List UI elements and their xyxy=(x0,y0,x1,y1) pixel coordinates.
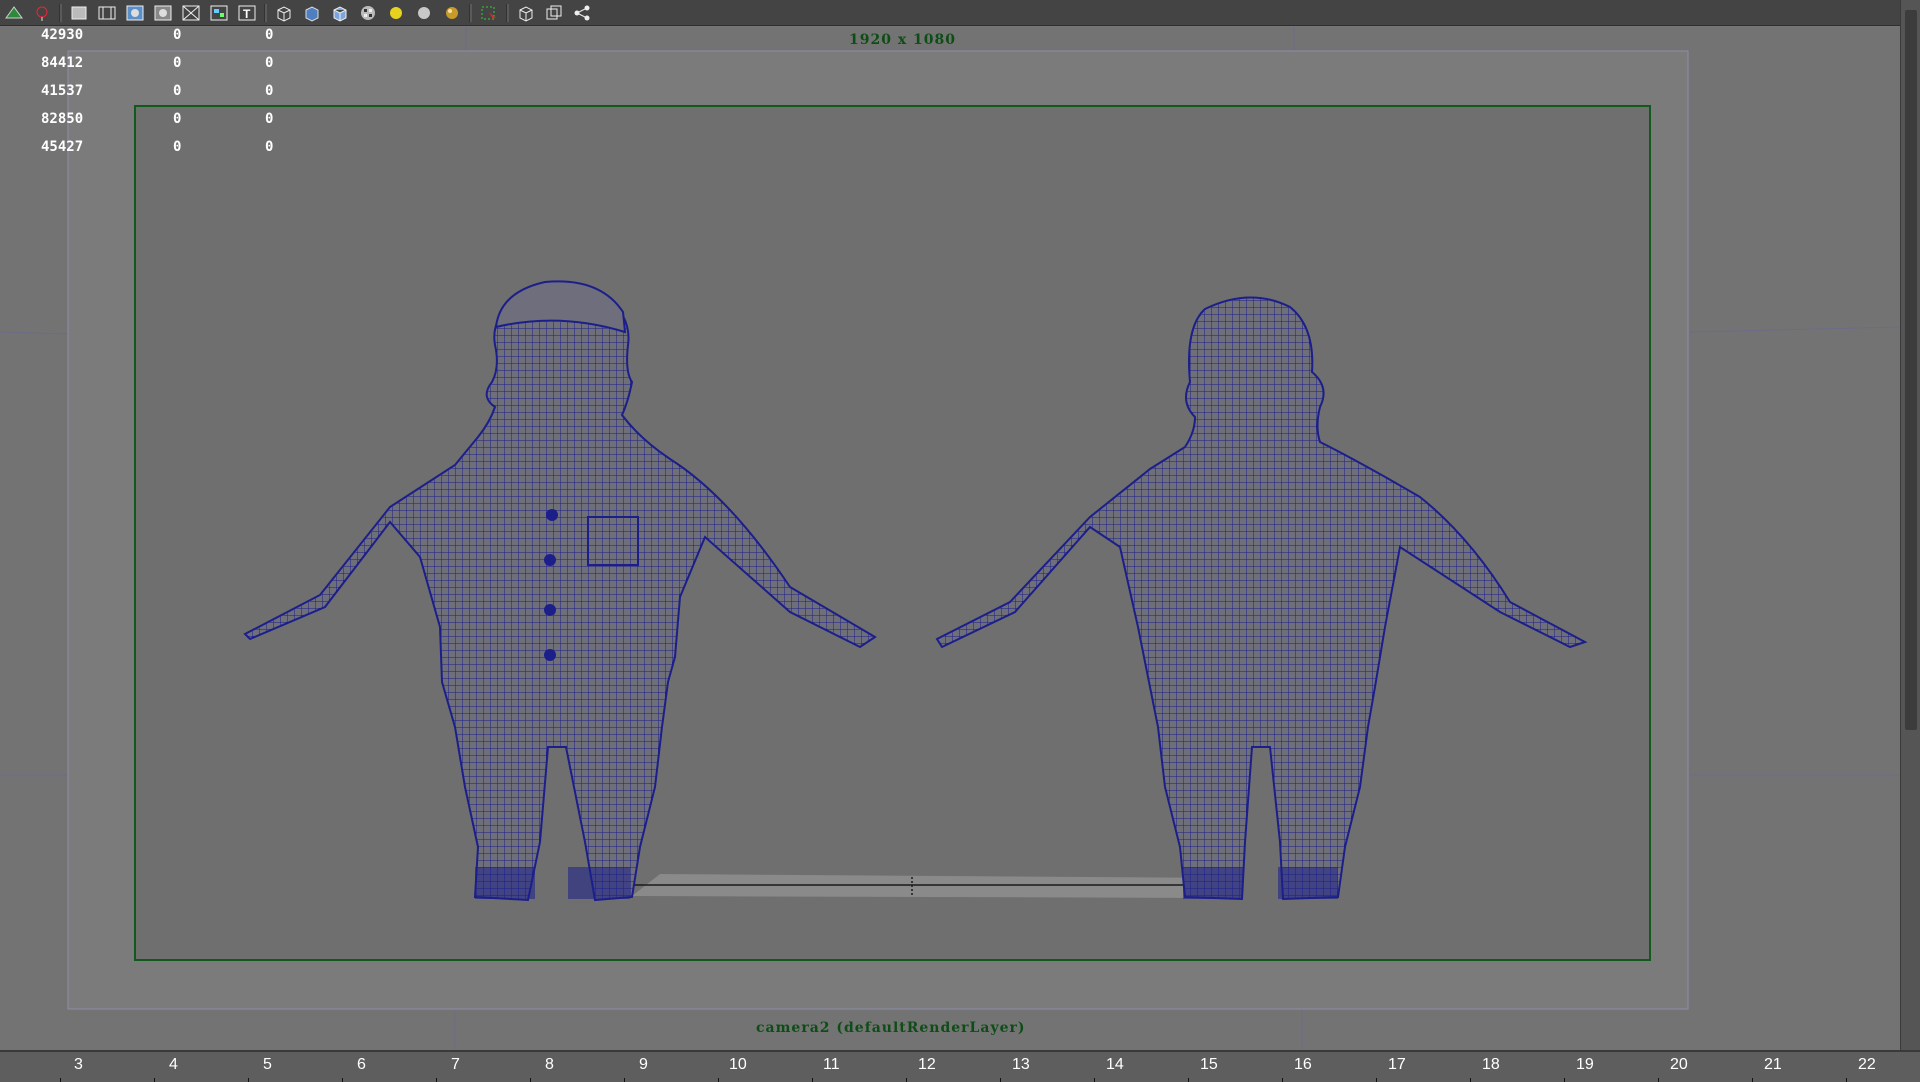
time-tick-mark xyxy=(530,1078,531,1082)
hud-value: 42930 xyxy=(41,27,84,43)
share-icon[interactable] xyxy=(570,2,594,24)
time-tick-mark xyxy=(1564,1078,1565,1082)
time-tick-label: 10 xyxy=(729,1056,747,1073)
time-tick-label: 11 xyxy=(823,1056,840,1073)
time-tick-label: 5 xyxy=(263,1056,272,1073)
time-tick-label: 14 xyxy=(1106,1056,1124,1073)
time-tick-mark xyxy=(436,1078,437,1082)
resolution-label: 1920 x 1080 xyxy=(849,32,957,48)
isolate-select-icon[interactable] xyxy=(477,2,501,24)
field-chart-icon[interactable] xyxy=(179,2,203,24)
film-gate-icon[interactable] xyxy=(95,2,119,24)
separator xyxy=(469,3,472,22)
grid-icon[interactable] xyxy=(67,2,91,24)
ground-plane xyxy=(632,874,1230,898)
time-tick-mark xyxy=(1376,1078,1377,1082)
hud-row: 82850 0 0 xyxy=(0,111,300,131)
hud-value: 0 xyxy=(265,83,274,99)
time-tick-label: 3 xyxy=(74,1056,83,1073)
time-tick-mark xyxy=(1094,1078,1095,1082)
default-light-icon[interactable] xyxy=(384,2,408,24)
time-tick-mark xyxy=(1282,1078,1283,1082)
wireframe-on-shaded-icon[interactable] xyxy=(328,2,352,24)
time-tick-label: 12 xyxy=(918,1056,936,1073)
safe-action-icon[interactable] xyxy=(207,2,231,24)
time-tick-label: 18 xyxy=(1482,1056,1500,1073)
separator xyxy=(506,3,509,22)
time-tick-label: 16 xyxy=(1294,1056,1312,1073)
hud-value: 0 xyxy=(173,55,182,71)
time-tick-label: 4 xyxy=(169,1056,178,1073)
time-tick-mark xyxy=(1000,1078,1001,1082)
bookmark-icon[interactable] xyxy=(30,2,54,24)
hud-value: 45427 xyxy=(41,139,84,155)
time-tick-label: 13 xyxy=(1012,1056,1030,1073)
hud-value: 41537 xyxy=(41,83,84,99)
xray-icon[interactable] xyxy=(514,2,538,24)
shadows-icon[interactable] xyxy=(440,2,464,24)
hud-value: 82850 xyxy=(41,111,84,127)
wireframe-icon[interactable] xyxy=(272,2,296,24)
time-tick-mark xyxy=(812,1078,813,1082)
viewport-scene xyxy=(0,27,1900,1050)
viewport-scrollbar[interactable] xyxy=(1900,0,1920,1050)
time-tick-mark xyxy=(1470,1078,1471,1082)
hud-value: 0 xyxy=(173,27,182,43)
hud-row: 41537 0 0 xyxy=(0,83,300,103)
time-tick-label: 22 xyxy=(1858,1056,1876,1073)
viewport-toolbar: T xyxy=(0,0,1900,26)
all-lights-icon[interactable] xyxy=(412,2,436,24)
xray-joints-icon[interactable] xyxy=(542,2,566,24)
hud-row: 45427 0 0 xyxy=(0,139,300,159)
safe-title-icon[interactable]: T xyxy=(235,2,259,24)
textured-icon[interactable] xyxy=(356,2,380,24)
hud-value: 0 xyxy=(265,111,274,127)
time-tick-mark xyxy=(624,1078,625,1082)
3d-viewport[interactable]: 42930 0 0 84412 0 0 41537 0 0 82850 0 0 … xyxy=(0,27,1900,1050)
hud-value: 0 xyxy=(173,83,182,99)
hud-value: 0 xyxy=(173,139,182,155)
smooth-shade-icon[interactable] xyxy=(300,2,324,24)
hud-row: 84412 0 0 xyxy=(0,55,300,75)
time-tick-label: 15 xyxy=(1200,1056,1218,1073)
hud-value: 0 xyxy=(265,27,274,43)
time-tick-mark xyxy=(342,1078,343,1082)
time-tick-label: 20 xyxy=(1670,1056,1688,1073)
hud-row: 42930 0 0 xyxy=(0,27,300,47)
time-tick-mark xyxy=(1658,1078,1659,1082)
separator xyxy=(59,3,62,22)
time-tick-label: 8 xyxy=(545,1056,554,1073)
hud-value: 0 xyxy=(173,111,182,127)
hud-value: 84412 xyxy=(41,55,84,71)
time-tick-mark xyxy=(154,1078,155,1082)
scrollbar-thumb[interactable] xyxy=(1905,10,1917,730)
hud-value: 0 xyxy=(265,55,274,71)
time-tick-label: 17 xyxy=(1388,1056,1406,1073)
time-tick-mark xyxy=(1752,1078,1753,1082)
time-tick-mark xyxy=(60,1078,61,1082)
time-tick-mark xyxy=(1188,1078,1189,1082)
camera-attributes-icon[interactable] xyxy=(2,2,26,24)
hud-value: 0 xyxy=(265,139,274,155)
time-tick-label: 6 xyxy=(357,1056,366,1073)
time-tick-mark xyxy=(906,1078,907,1082)
resolution-gate-icon[interactable] xyxy=(123,2,147,24)
time-tick-mark xyxy=(248,1078,249,1082)
time-slider[interactable]: 3 4 5 6 7 8 9 10 11 12 13 14 15 16 17 18… xyxy=(0,1050,1920,1082)
svg-text:T: T xyxy=(243,7,251,21)
time-tick-label: 21 xyxy=(1764,1056,1782,1073)
separator xyxy=(264,3,267,22)
time-tick-label: 7 xyxy=(451,1056,460,1073)
time-tick-label: 19 xyxy=(1576,1056,1594,1073)
gate-mask-icon[interactable] xyxy=(151,2,175,24)
camera-label: camera2 (defaultRenderLayer) xyxy=(756,1020,1026,1036)
time-tick-mark xyxy=(718,1078,719,1082)
time-tick-mark xyxy=(1846,1078,1847,1082)
time-tick-label: 9 xyxy=(639,1056,648,1073)
